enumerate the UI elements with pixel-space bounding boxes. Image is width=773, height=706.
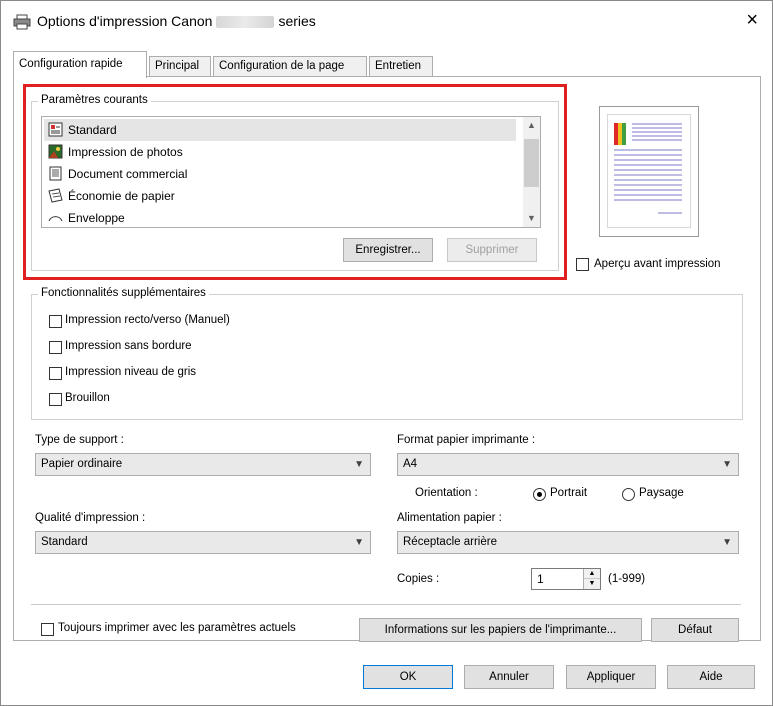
print-quality-value: Standard <box>41 536 88 548</box>
list-item-photo[interactable]: Impression de photos <box>44 141 516 163</box>
printer-icon <box>13 14 31 30</box>
photo-icon <box>48 144 63 159</box>
media-type-label: Type de support : <box>35 434 124 446</box>
grayscale-label: Impression niveau de gris <box>65 366 197 378</box>
list-item-label: Impression de photos <box>68 145 183 159</box>
redacted-model-name <box>216 16 275 29</box>
scroll-down-icon[interactable]: ▼ <box>523 210 540 227</box>
paper-source-value: Réceptacle arrière <box>403 536 497 548</box>
list-item-label: Économie de papier <box>68 189 175 203</box>
current-settings-label: Paramètres courants <box>38 94 151 106</box>
title-prefix: Options d'impression Canon <box>37 13 213 29</box>
landscape-label: Paysage <box>639 487 684 499</box>
chevron-down-icon: ▼ <box>722 459 732 470</box>
scroll-thumb[interactable] <box>524 139 539 187</box>
apply-button[interactable]: Appliquer <box>566 665 656 689</box>
list-item-standard[interactable]: Standard <box>44 119 516 141</box>
tab-configuration-rapide[interactable]: Configuration rapide <box>13 51 147 78</box>
page-preview <box>599 106 699 237</box>
draft-label: Brouillon <box>65 392 110 404</box>
copies-value: 1 <box>537 572 544 586</box>
separator <box>31 604 741 605</box>
print-quality-select[interactable]: Standard ▼ <box>35 531 371 554</box>
ok-button[interactable]: OK <box>363 665 453 689</box>
list-item-envelope[interactable]: Enveloppe <box>44 207 516 227</box>
list-item-business-document[interactable]: Document commercial <box>44 163 516 185</box>
copies-range: (1-999) <box>608 573 646 585</box>
media-type-select[interactable]: Papier ordinaire ▼ <box>35 453 371 476</box>
chevron-down-icon: ▼ <box>354 537 364 548</box>
print-preview-label: Aperçu avant impression <box>594 258 721 270</box>
additional-features-label: Fonctionnalités supplémentaires <box>38 287 209 299</box>
list-item-label: Standard <box>68 123 117 137</box>
duplex-label: Impression recto/verso (Manuel) <box>65 314 230 326</box>
cancel-button[interactable]: Annuler <box>464 665 554 689</box>
spin-up-icon[interactable]: ▲ <box>584 569 600 579</box>
spin-buttons[interactable]: ▲ ▼ <box>583 569 600 589</box>
tab-entretien[interactable]: Entretien <box>369 56 433 77</box>
printer-media-info-button[interactable]: Informations sur les papiers de l'imprim… <box>359 618 642 642</box>
additional-features-group: Fonctionnalités supplémentaires <box>31 287 743 420</box>
paper-source-label: Alimentation papier : <box>397 512 502 524</box>
print-options-dialog: Options d'impression Canon series × Confi… <box>0 0 773 706</box>
standard-icon <box>48 122 63 137</box>
preview-content-icon <box>614 123 682 214</box>
paper-source-select[interactable]: Réceptacle arrière ▼ <box>397 531 739 554</box>
borderless-label: Impression sans bordure <box>65 340 192 352</box>
orientation-label: Orientation : <box>415 487 478 499</box>
tab-configuration-page[interactable]: Configuration de la page <box>213 56 367 77</box>
chevron-down-icon: ▼ <box>722 537 732 548</box>
always-print-label: Toujours imprimer avec les paramètres ac… <box>58 622 296 634</box>
borderless-checkbox[interactable] <box>49 341 62 354</box>
preview-paper <box>607 114 691 228</box>
current-settings-list[interactable]: Standard Impression de photos Document c… <box>41 116 541 228</box>
printer-paper-size-select[interactable]: A4 ▼ <box>397 453 739 476</box>
draft-checkbox[interactable] <box>49 393 62 406</box>
tab-principal[interactable]: Principal <box>149 56 211 77</box>
scroll-up-icon[interactable]: ▲ <box>523 117 540 134</box>
defaults-button[interactable]: Défaut <box>651 618 739 642</box>
grayscale-checkbox[interactable] <box>49 367 62 380</box>
chevron-down-icon: ▼ <box>354 459 364 470</box>
title-bar: Options d'impression Canon series × <box>1 1 772 41</box>
portrait-label: Portrait <box>550 487 588 499</box>
spin-down-icon[interactable]: ▼ <box>584 579 600 589</box>
copies-label: Copies : <box>397 573 440 585</box>
list-item-label: Enveloppe <box>68 211 125 225</box>
delete-button[interactable]: Supprimer <box>447 238 537 262</box>
list-scrollbar[interactable]: ▲ ▼ <box>523 117 540 227</box>
print-preview-checkbox[interactable] <box>576 258 589 271</box>
title-suffix: series <box>278 13 316 29</box>
paper-saving-icon <box>48 188 63 203</box>
list-item-paper-saving[interactable]: Économie de papier <box>44 185 516 207</box>
document-icon <box>49 166 62 181</box>
list-item-label: Document commercial <box>68 167 188 181</box>
close-button[interactable]: × <box>746 9 758 31</box>
window-title: Options d'impression Canon series <box>37 13 316 29</box>
always-print-checkbox[interactable] <box>41 623 54 636</box>
printer-paper-size-value: A4 <box>403 458 418 470</box>
print-quality-label: Qualité d'impression : <box>35 512 146 524</box>
printer-paper-size-label: Format papier imprimante : <box>397 434 536 446</box>
duplex-checkbox[interactable] <box>49 315 62 328</box>
help-button[interactable]: Aide <box>667 665 755 689</box>
copies-stepper[interactable]: 1 ▲ ▼ <box>531 568 601 590</box>
envelope-icon <box>48 216 63 222</box>
landscape-radio[interactable] <box>622 488 635 501</box>
portrait-radio[interactable] <box>533 488 546 501</box>
media-type-value: Papier ordinaire <box>41 458 123 470</box>
save-button[interactable]: Enregistrer... <box>343 238 433 262</box>
